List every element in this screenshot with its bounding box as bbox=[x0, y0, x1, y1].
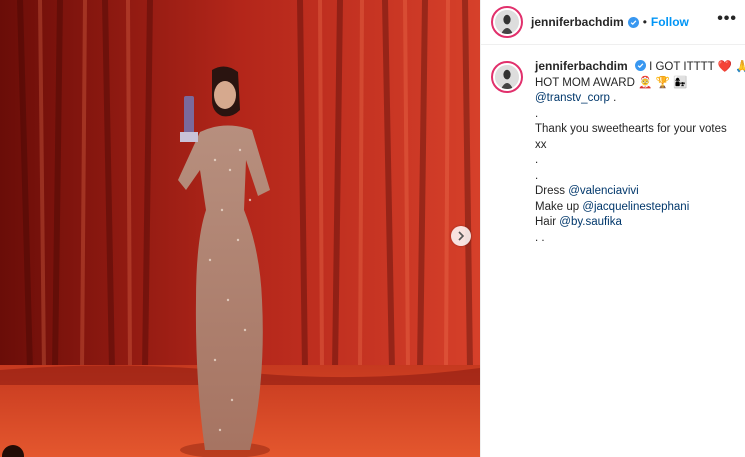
dress-label: Dress bbox=[535, 185, 569, 197]
username-link[interactable]: jenniferbachdim bbox=[531, 15, 624, 29]
separator-dot: • bbox=[642, 15, 647, 29]
verified-badge-icon bbox=[634, 60, 646, 71]
caption-thanks: Thank you sweethearts for your votes bbox=[535, 123, 727, 135]
post-header: jenniferbachdim • Follow ••• bbox=[481, 0, 745, 45]
makeup-label: Make up bbox=[535, 200, 583, 213]
avatar[interactable] bbox=[491, 6, 523, 38]
caption-suffix: . bbox=[609, 92, 617, 104]
caption-line-1: I GOT ITTTT ❤️ 🙏 bbox=[649, 61, 745, 73]
follow-button[interactable]: Follow bbox=[651, 15, 689, 29]
hair-label: Hair bbox=[535, 216, 560, 228]
post-sidebar: jenniferbachdim • Follow ••• jenniferbac… bbox=[480, 0, 745, 457]
mention-by-saufika[interactable]: @by.saufika bbox=[559, 216, 622, 228]
caption-dot: . bbox=[535, 169, 539, 182]
caption: jenniferbachdim I GOT ITTTT ❤️ 🙏 HOT MOM… bbox=[481, 45, 745, 246]
caption-dot: . bbox=[535, 107, 539, 120]
caption-trailing-dots: . . bbox=[535, 231, 545, 244]
profile-picture bbox=[495, 10, 519, 34]
caption-text: jenniferbachdim I GOT ITTTT ❤️ 🙏 HOT MOM… bbox=[535, 59, 745, 246]
next-photo-button[interactable] bbox=[451, 226, 471, 246]
mention-valenciavivi[interactable]: @valenciavivi bbox=[568, 185, 638, 197]
more-options-icon[interactable]: ••• bbox=[717, 11, 737, 27]
verified-badge-icon bbox=[627, 16, 639, 28]
mention-transtv-corp[interactable]: @transtv_corp bbox=[535, 92, 610, 104]
chevron-right-icon bbox=[458, 231, 465, 241]
post-photo[interactable] bbox=[0, 0, 480, 457]
caption-username-link[interactable]: jenniferbachdim bbox=[535, 59, 628, 73]
caption-avatar[interactable] bbox=[491, 61, 523, 93]
caption-xx: xx bbox=[535, 138, 547, 151]
instagram-post: jenniferbachdim • Follow ••• jenniferbac… bbox=[0, 0, 745, 457]
mention-jacquelinestephani[interactable]: @jacquelinestephani bbox=[582, 201, 689, 213]
caption-line-2: HOT MOM AWARD 🤶 🏆 👩‍👧 bbox=[535, 76, 688, 89]
post-image bbox=[0, 0, 480, 457]
caption-dot: . bbox=[535, 154, 539, 166]
profile-picture bbox=[495, 65, 519, 89]
